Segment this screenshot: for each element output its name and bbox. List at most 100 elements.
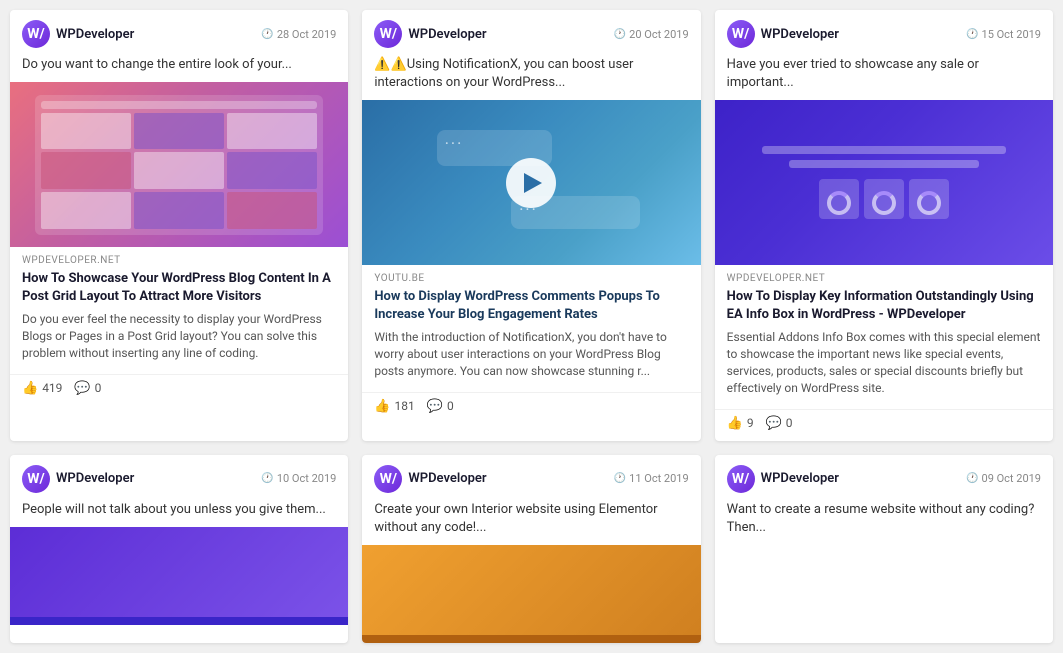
card-infobox: W/ WPDeveloper 🕐 15 Oct 2019 Have you ev… — [715, 10, 1053, 441]
card-6: W/ WPDeveloper 🕐 09 Oct 2019 Want to cre… — [715, 455, 1053, 643]
card-title[interactable]: How to Display WordPress Comments Popups… — [374, 288, 688, 323]
card-image — [10, 82, 348, 247]
card-image-stub — [10, 527, 348, 617]
date-text: 15 Oct 2019 — [982, 28, 1041, 41]
likes-stat: 👍 181 — [374, 399, 414, 414]
donut-chart-icon — [917, 191, 941, 215]
card-header: W/ WPDeveloper 🕐 11 Oct 2019 — [362, 455, 700, 501]
clock-icon: 🕐 — [966, 29, 978, 40]
comments-stat: 💬 0 — [766, 416, 793, 431]
author-name: WPDeveloper — [56, 27, 134, 42]
card-date: 🕐 11 Oct 2019 — [614, 472, 689, 485]
avatar: W/ — [22, 465, 50, 493]
card-source: WPDEVELOPER.NET — [727, 273, 1041, 284]
author-name: WPDeveloper — [761, 27, 839, 42]
card-author: W/ WPDeveloper — [374, 465, 486, 493]
likes-stat: 👍 9 — [727, 416, 754, 431]
date-text: 09 Oct 2019 — [982, 472, 1041, 485]
donut-chart-icon — [872, 191, 896, 215]
comment-icon: 💬 — [74, 381, 90, 396]
author-name: WPDeveloper — [408, 471, 486, 486]
card-stats: 👍 9 💬 0 — [715, 409, 1053, 441]
date-text: 28 Oct 2019 — [277, 28, 336, 41]
avatar: W/ — [727, 20, 755, 48]
comments-stat: 💬 0 — [427, 399, 454, 414]
likes-count: 419 — [42, 381, 62, 395]
card-author: W/ WPDeveloper — [727, 20, 839, 48]
card-image[interactable]: ··· ··· — [362, 100, 700, 265]
card-header: W/ WPDeveloper 🕐 20 Oct 2019 — [362, 10, 700, 56]
comments-count: 0 — [95, 381, 102, 395]
date-text: 11 Oct 2019 — [629, 472, 688, 485]
play-triangle-icon — [524, 173, 542, 193]
comments-stat: 💬 0 — [74, 381, 101, 396]
clock-icon: 🕐 — [261, 29, 273, 40]
card-author: W/ WPDeveloper — [22, 20, 134, 48]
infobox-mock — [748, 117, 1019, 249]
thumbsup-icon: 👍 — [374, 399, 390, 414]
card-image-stub — [362, 545, 700, 635]
card-image — [715, 100, 1053, 265]
likes-count: 181 — [395, 399, 415, 413]
card-author: W/ WPDeveloper — [22, 465, 134, 493]
clock-icon: 🕐 — [261, 473, 273, 484]
bottom-bar — [362, 635, 700, 643]
likes-count: 9 — [747, 416, 754, 430]
card-title[interactable]: How To Showcase Your WordPress Blog Cont… — [22, 270, 336, 305]
comments-count: 0 — [786, 416, 793, 430]
card-stats: 👍 419 💬 0 — [10, 374, 348, 406]
comments-count: 0 — [447, 399, 454, 413]
card-date: 🕐 15 Oct 2019 — [966, 28, 1041, 41]
card-header: W/ WPDeveloper 🕐 09 Oct 2019 — [715, 455, 1053, 501]
cards-grid: W/ WPDeveloper 🕐 28 Oct 2019 Do you want… — [10, 10, 1053, 643]
card-source: YOUTU.BE — [374, 273, 688, 284]
donut-chart-icon — [827, 191, 851, 215]
comment-icon: 💬 — [427, 399, 443, 414]
card-preview-text: Want to create a resume website without … — [715, 501, 1053, 545]
card-post-grid: W/ WPDeveloper 🕐 28 Oct 2019 Do you want… — [10, 10, 348, 441]
date-text: 10 Oct 2019 — [277, 472, 336, 485]
card-date: 🕐 28 Oct 2019 — [261, 28, 336, 41]
author-name: WPDeveloper — [56, 471, 134, 486]
card-meta: WPDEVELOPER.NET How To Display Key Infor… — [715, 265, 1053, 408]
avatar: W/ — [22, 20, 50, 48]
card-header: W/ WPDeveloper 🕐 15 Oct 2019 — [715, 10, 1053, 56]
card-preview-text: Have you ever tried to showcase any sale… — [715, 56, 1053, 100]
card-stats: 👍 181 💬 0 — [362, 392, 700, 424]
card-title[interactable]: How To Display Key Information Outstandi… — [727, 288, 1041, 323]
bottom-bar — [10, 617, 348, 625]
card-header: W/ WPDeveloper 🕐 28 Oct 2019 — [10, 10, 348, 56]
clock-icon: 🕐 — [614, 473, 626, 484]
card-comments-video: W/ WPDeveloper 🕐 20 Oct 2019 ⚠️⚠️Using N… — [362, 10, 700, 441]
card-source: WPDEVELOPER.NET — [22, 255, 336, 266]
date-text: 20 Oct 2019 — [629, 28, 688, 41]
avatar: W/ — [727, 465, 755, 493]
avatar: W/ — [374, 465, 402, 493]
card-date: 🕐 10 Oct 2019 — [261, 472, 336, 485]
card-5: W/ WPDeveloper 🕐 11 Oct 2019 Create your… — [362, 455, 700, 643]
card-description: Do you ever feel the necessity to displa… — [22, 311, 336, 361]
play-button[interactable] — [506, 158, 556, 208]
card-preview-text: People will not talk about you unless yo… — [10, 501, 348, 527]
card-preview-text: Create your own Interior website using E… — [362, 501, 700, 545]
card-preview-text: ⚠️⚠️Using NotificationX, you can boost u… — [362, 56, 700, 100]
card-description: With the introduction of NotificationX, … — [374, 329, 688, 379]
comment-icon: 💬 — [766, 416, 782, 431]
clock-icon: 🕐 — [966, 473, 978, 484]
card-preview-text: Do you want to change the entire look of… — [10, 56, 348, 82]
card-description: Essential Addons Info Box comes with thi… — [727, 329, 1041, 396]
avatar: W/ — [374, 20, 402, 48]
author-name: WPDeveloper — [761, 471, 839, 486]
card-header: W/ WPDeveloper 🕐 10 Oct 2019 — [10, 455, 348, 501]
mock-browser — [35, 95, 323, 235]
author-name: WPDeveloper — [408, 27, 486, 42]
card-author: W/ WPDeveloper — [374, 20, 486, 48]
card-4: W/ WPDeveloper 🕐 10 Oct 2019 People will… — [10, 455, 348, 643]
card-author: W/ WPDeveloper — [727, 465, 839, 493]
card-date: 🕐 20 Oct 2019 — [614, 28, 689, 41]
clock-icon: 🕐 — [614, 29, 626, 40]
thumbsup-icon: 👍 — [22, 381, 38, 396]
card-date: 🕐 09 Oct 2019 — [966, 472, 1041, 485]
thumbsup-icon: 👍 — [727, 416, 743, 431]
card-meta: YOUTU.BE How to Display WordPress Commen… — [362, 265, 700, 391]
